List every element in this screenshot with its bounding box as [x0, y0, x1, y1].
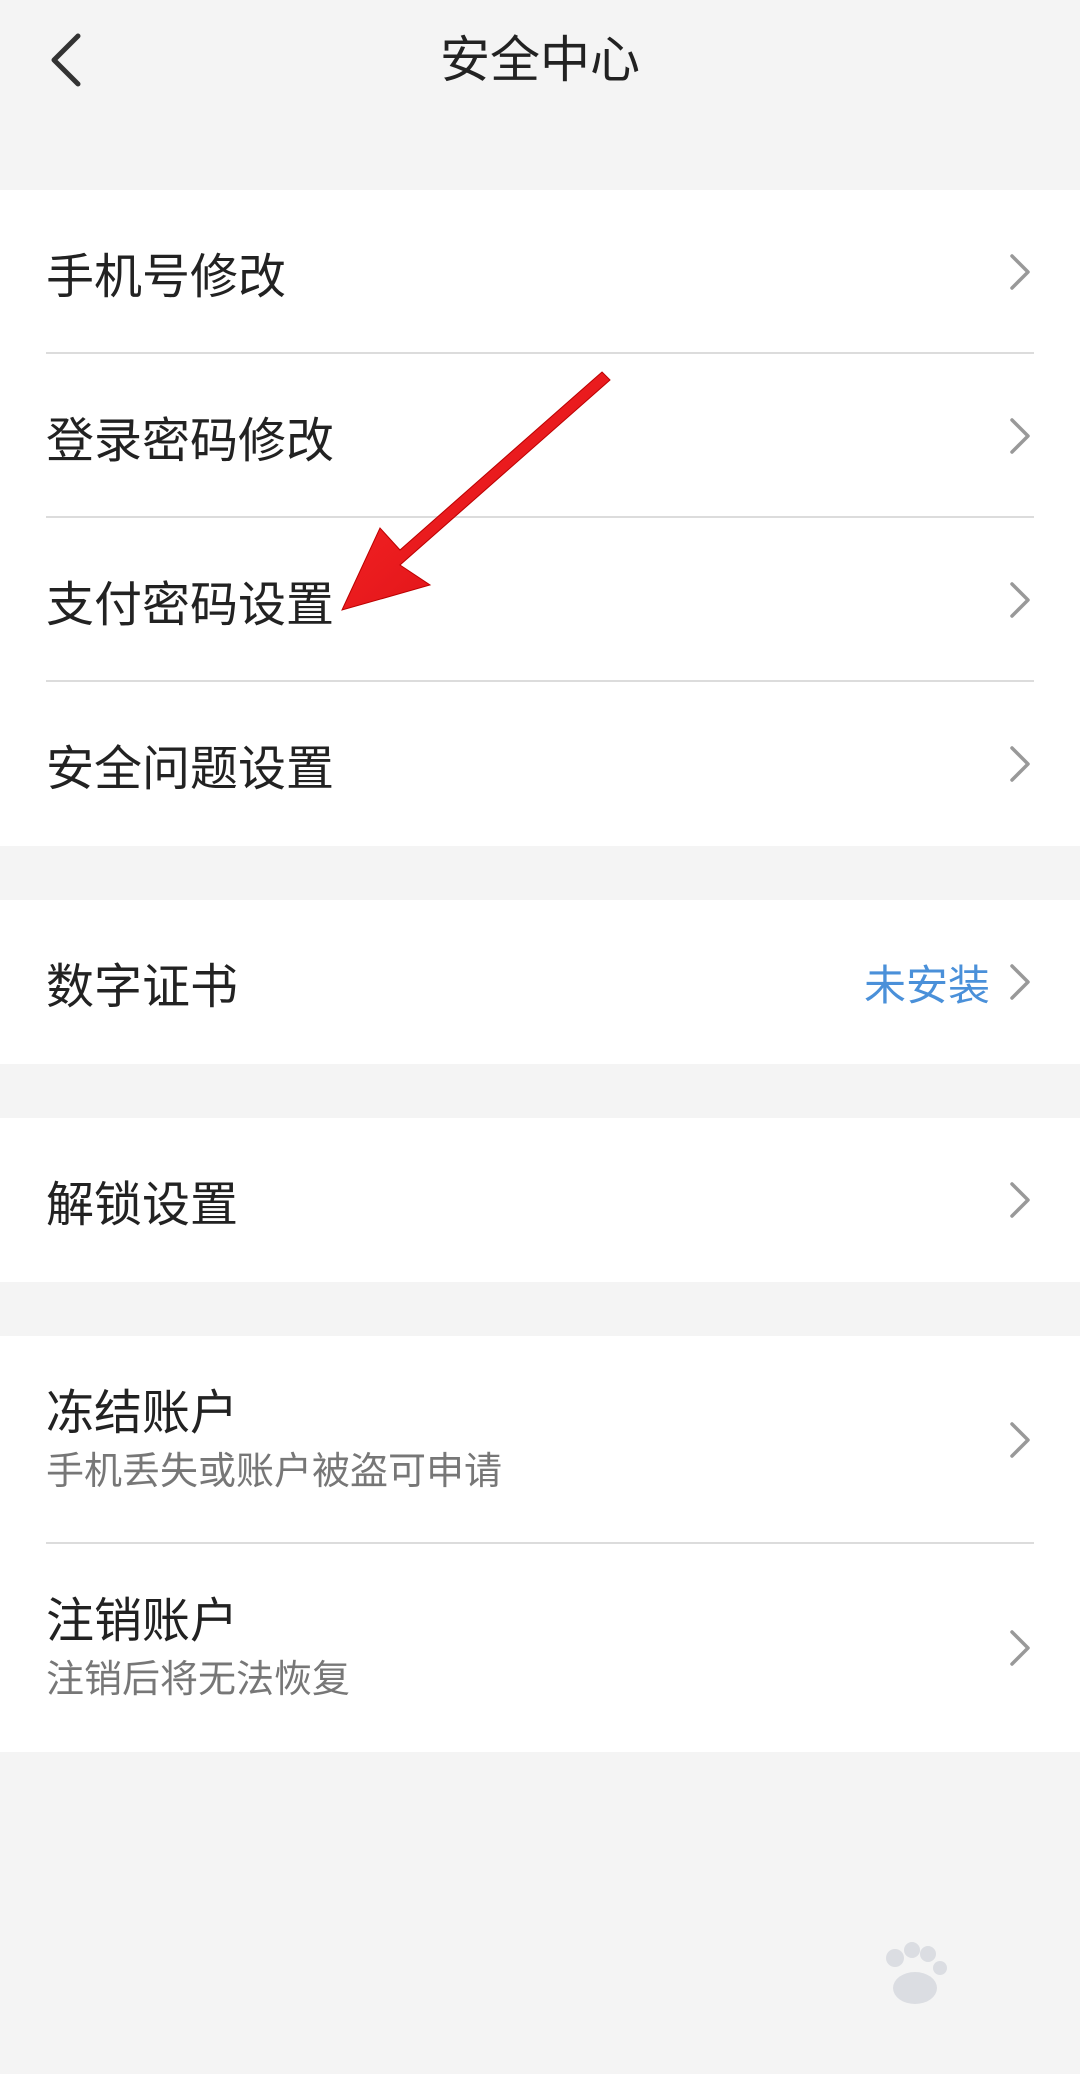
- close-account-row[interactable]: 注销账户 注销后将无法恢复: [0, 1544, 1080, 1752]
- row-label: 冻结账户: [46, 1385, 239, 1441]
- unlock-settings-row[interactable]: 解锁设置: [0, 1118, 1080, 1282]
- unlock-group: 解锁设置: [0, 1118, 1080, 1282]
- freeze-account-row[interactable]: 冻结账户 手机丢失或账户被盗可申请: [0, 1336, 1080, 1544]
- security-question-row[interactable]: 安全问题设置: [0, 682, 1080, 846]
- row-label: 手机号修改: [46, 249, 287, 305]
- row-label: 登录密码修改: [46, 413, 335, 469]
- chevron-right-icon: [1000, 1415, 1040, 1465]
- status-badge: 未安装: [863, 960, 990, 1010]
- login-password-row[interactable]: 登录密码修改: [0, 354, 1080, 518]
- chevron-right-icon: [1000, 957, 1040, 1007]
- chevron-right-icon: [1000, 247, 1040, 297]
- row-label: 数字证书: [46, 959, 239, 1015]
- group-gap: [0, 1282, 1080, 1336]
- row-label: 安全问题设置: [46, 741, 335, 797]
- phone-change-row[interactable]: 手机号修改: [0, 190, 1080, 354]
- row-label: 支付密码设置: [46, 577, 335, 633]
- chevron-right-icon: [1000, 1175, 1040, 1225]
- two-line-text: 注销账户 注销后将无法恢复: [46, 1590, 1000, 1706]
- watermark-logo-icon: [886, 1942, 947, 2004]
- account-security-group: 手机号修改 登录密码修改 支付密码设置 安全问题设置: [0, 190, 1080, 846]
- digital-certificate-row[interactable]: 数字证书 未安装: [0, 900, 1080, 1064]
- row-label: 解锁设置: [46, 1177, 239, 1233]
- row-subtitle: 注销后将无法恢复: [46, 1657, 351, 1701]
- row-subtitle: 手机丢失或账户被盗可申请: [46, 1449, 503, 1493]
- chevron-right-icon: [1000, 739, 1040, 789]
- header: 安全中心: [0, 0, 1080, 190]
- certificate-group: 数字证书 未安装: [0, 900, 1080, 1064]
- page-title: 安全中心: [440, 31, 640, 89]
- chevron-right-icon: [1000, 411, 1040, 461]
- chevron-right-icon: [1000, 575, 1040, 625]
- group-gap: [0, 846, 1080, 900]
- row-label: 注销账户: [46, 1593, 239, 1649]
- chevron-right-icon: [1000, 1623, 1040, 1673]
- payment-password-row[interactable]: 支付密码设置: [0, 518, 1080, 682]
- account-actions-group: 冻结账户 手机丢失或账户被盗可申请 注销账户 注销后将无法恢复: [0, 1336, 1080, 1752]
- group-gap: [0, 1064, 1080, 1118]
- two-line-text: 冻结账户 手机丢失或账户被盗可申请: [46, 1382, 1000, 1498]
- security-center-screen: 安全中心 手机号修改 登录密码修改 支付密码设置 安全问题设置 数字证书 未安装…: [0, 0, 1080, 2074]
